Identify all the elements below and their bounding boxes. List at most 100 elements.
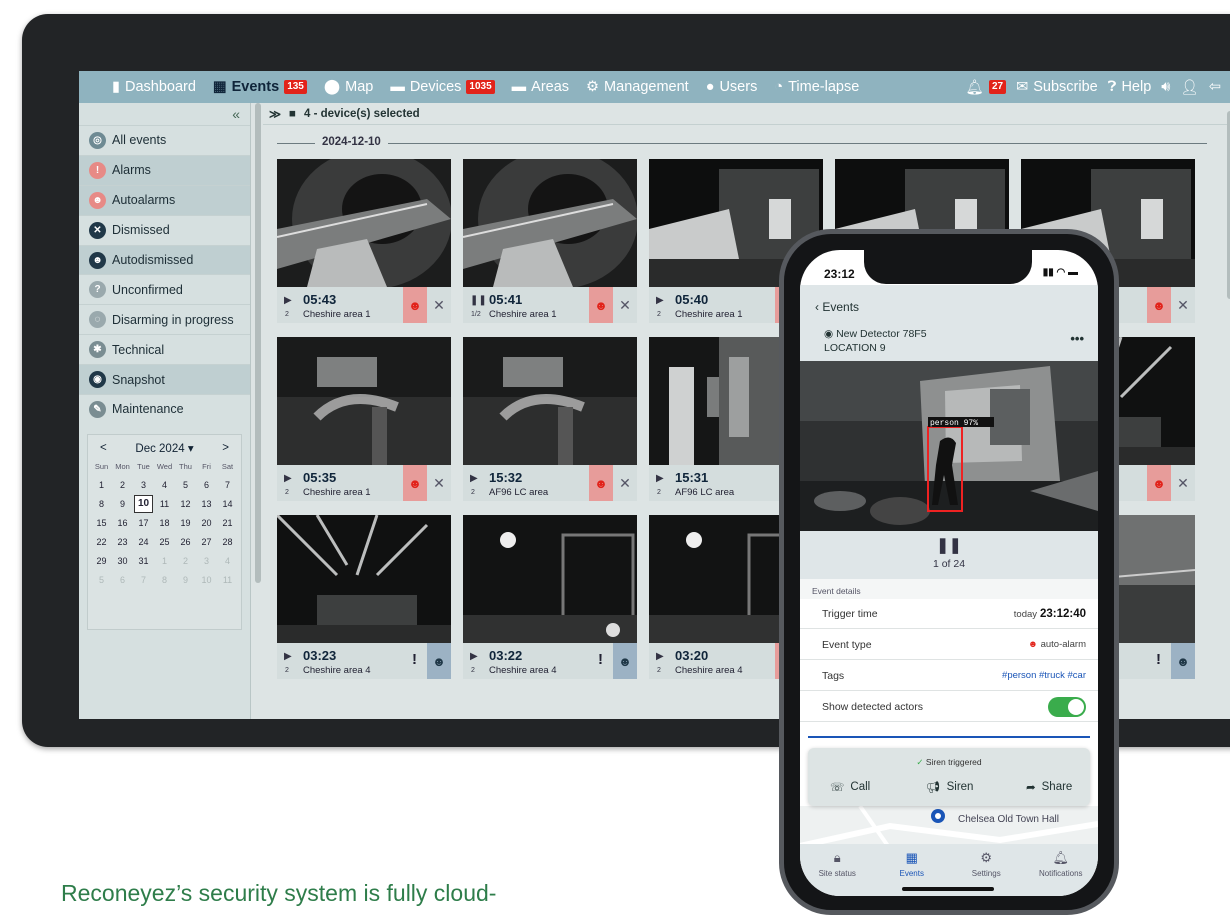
month-selector[interactable]: Dec 2024 ▾ [135,441,193,455]
calendar-day[interactable]: 8 [91,495,112,514]
dismiss-button[interactable]: ✕ [427,287,451,323]
calendar-day[interactable]: 27 [196,533,217,552]
calendar-day[interactable]: 8 [154,571,175,590]
sidebar-item-dismissed[interactable]: ✕ Dismissed [79,214,250,245]
calendar-day[interactable]: 4 [217,552,238,571]
dismiss-button[interactable]: ✕ [1171,287,1195,323]
event-video[interactable]: person 97% [800,361,1098,531]
nav-users[interactable]: ● Users [706,79,758,95]
pause-icon[interactable]: ❚❚ [800,536,1098,554]
sidebar-item-technical[interactable]: ✱ Technical [79,334,250,364]
calendar-day[interactable]: 24 [133,533,154,552]
calendar-day[interactable]: 14 [217,495,238,514]
dismiss-button[interactable]: ✕ [427,465,451,501]
play-icon[interactable]: ▶ [284,295,292,306]
help-button[interactable]: ❓︎ Help [1108,79,1152,95]
calendar-day[interactable]: 10 [134,494,153,513]
nav-devices[interactable]: ▬ Devices 1035 [390,79,495,95]
calendar-day[interactable]: 20 [196,514,217,533]
siren-button[interactable]: 📢︎ Siren [926,780,973,794]
sidebar-item-unconfirmed[interactable]: ? Unconfirmed [79,274,250,304]
calendar-day[interactable]: 7 [133,571,154,590]
subscribe-button[interactable]: ✉ Subscribe [1016,79,1098,95]
sidebar-item-autodismissed[interactable]: ☻ Autodismissed [79,244,250,275]
play-icon[interactable]: ▶ [284,651,292,662]
event-card[interactable]: ▶ 15:32 2 AF96 LC area ☻ ✕ [463,337,637,501]
logout-button[interactable]: ⇦ [1209,79,1221,95]
play-icon[interactable]: ▶ [470,651,478,662]
nav-areas[interactable]: ▬ Areas [512,79,569,95]
calendar-day[interactable]: 30 [112,552,133,571]
prev-month-button[interactable]: < [100,442,107,454]
calendar-day[interactable]: 9 [112,495,133,514]
play-icon[interactable]: ▶ [470,473,478,484]
calendar-day[interactable]: 16 [112,514,133,533]
sidebar-item-snapshot[interactable]: ◉ Snapshot [79,364,250,395]
calendar-day[interactable]: 11 [154,495,175,514]
dismiss-button[interactable]: ✕ [613,465,637,501]
calendar-day[interactable]: 29 [91,552,112,571]
event-card[interactable]: ❚❚ 05:41 1/2 Cheshire area 1 ☻ ✕ [463,159,637,323]
calendar-day[interactable]: 6 [112,571,133,590]
detected-actors-toggle[interactable] [1048,696,1086,717]
calendar-day[interactable]: 25 [154,533,175,552]
calendar-day[interactable]: 13 [196,495,217,514]
dismiss-button[interactable]: ✕ [613,287,637,323]
sidebar-item-alarms[interactable]: ! Alarms [79,154,250,185]
calendar-day[interactable]: 7 [217,476,238,495]
nav-management[interactable]: ⚙ Management [586,79,689,95]
calendar-day[interactable]: 10 [196,571,217,590]
sidebar-item-autoalarms[interactable]: ☻ Autoalarms [79,184,250,215]
calendar-day[interactable]: 12 [175,495,196,514]
calendar-day[interactable]: 5 [175,476,196,495]
expand-icon[interactable]: ≫ [269,107,281,121]
call-button[interactable]: ☏ Call [830,780,870,794]
calendar-day[interactable]: 28 [217,533,238,552]
calendar-day[interactable]: 5 [91,571,112,590]
calendar-day[interactable]: 6 [196,476,217,495]
event-card[interactable]: ▶ 05:35 2 Cheshire area 1 ☻ ✕ [277,337,451,501]
back-button[interactable]: ‹ Events [815,300,859,314]
calendar-day[interactable]: 31 [133,552,154,571]
profile-button[interactable]: 👤︎ [1180,79,1198,96]
event-card[interactable]: ▶ 03:23 2 Cheshire area 4! ☻ [277,515,451,679]
nav-map[interactable]: ⬤ Map [324,79,373,95]
calendar-day[interactable]: 1 [154,552,175,571]
dismiss-button[interactable]: ✕ [1171,465,1195,501]
calendar-day[interactable]: 19 [175,514,196,533]
nav-dashboard[interactable]: ▮ Dashboard [112,79,196,95]
sidebar-item-disarming-in-progress[interactable]: ◌ Disarming in progress [79,304,250,334]
calendar-day[interactable]: 26 [175,533,196,552]
calendar-day[interactable]: 9 [175,571,196,590]
calendar-day[interactable]: 23 [112,533,133,552]
calendar-day[interactable]: 1 [91,476,112,495]
sound-button[interactable]: 🔊︎ [1161,79,1170,95]
sidebar-item-all-events[interactable]: ◎ All events [79,125,250,155]
collapse-sidebar-button[interactable]: « [79,103,250,125]
nav-timelapse[interactable]: ◔ Time-lapse [774,79,859,95]
sidebar-scrollbar[interactable] [255,103,261,583]
tab-notifications[interactable]: 🔔︎ Notifications [1026,850,1096,896]
calendar-day[interactable]: 18 [154,514,175,533]
play-icon[interactable]: ▶ [656,295,664,306]
nav-events[interactable]: ▦ Events 135 [213,79,307,95]
sidebar-item-maintenance[interactable]: ✎ Maintenance [79,394,250,424]
calendar-day[interactable]: 17 [133,514,154,533]
calendar-day[interactable]: 3 [133,476,154,495]
play-icon[interactable]: ▶ [656,473,664,484]
calendar-day[interactable]: 4 [154,476,175,495]
calendar-day[interactable]: 21 [217,514,238,533]
calendar-day[interactable]: 2 [175,552,196,571]
next-month-button[interactable]: > [222,442,229,454]
share-button[interactable]: ➦ Share [1026,780,1072,794]
play-icon[interactable]: ▶ [656,651,664,662]
more-options-button[interactable]: ••• [1070,331,1084,346]
notifications-button[interactable]: 🔔︎ 27 [966,79,1007,96]
calendar-day[interactable]: 11 [217,571,238,590]
pause-icon[interactable]: ❚❚ [470,295,487,306]
calendar-day[interactable]: 15 [91,514,112,533]
event-card[interactable]: ▶ 05:43 2 Cheshire area 1 ☻ ✕ [277,159,451,323]
tags-value[interactable]: #person #truck #car [1002,670,1086,681]
calendar-day[interactable]: 22 [91,533,112,552]
play-icon[interactable]: ▶ [284,473,292,484]
